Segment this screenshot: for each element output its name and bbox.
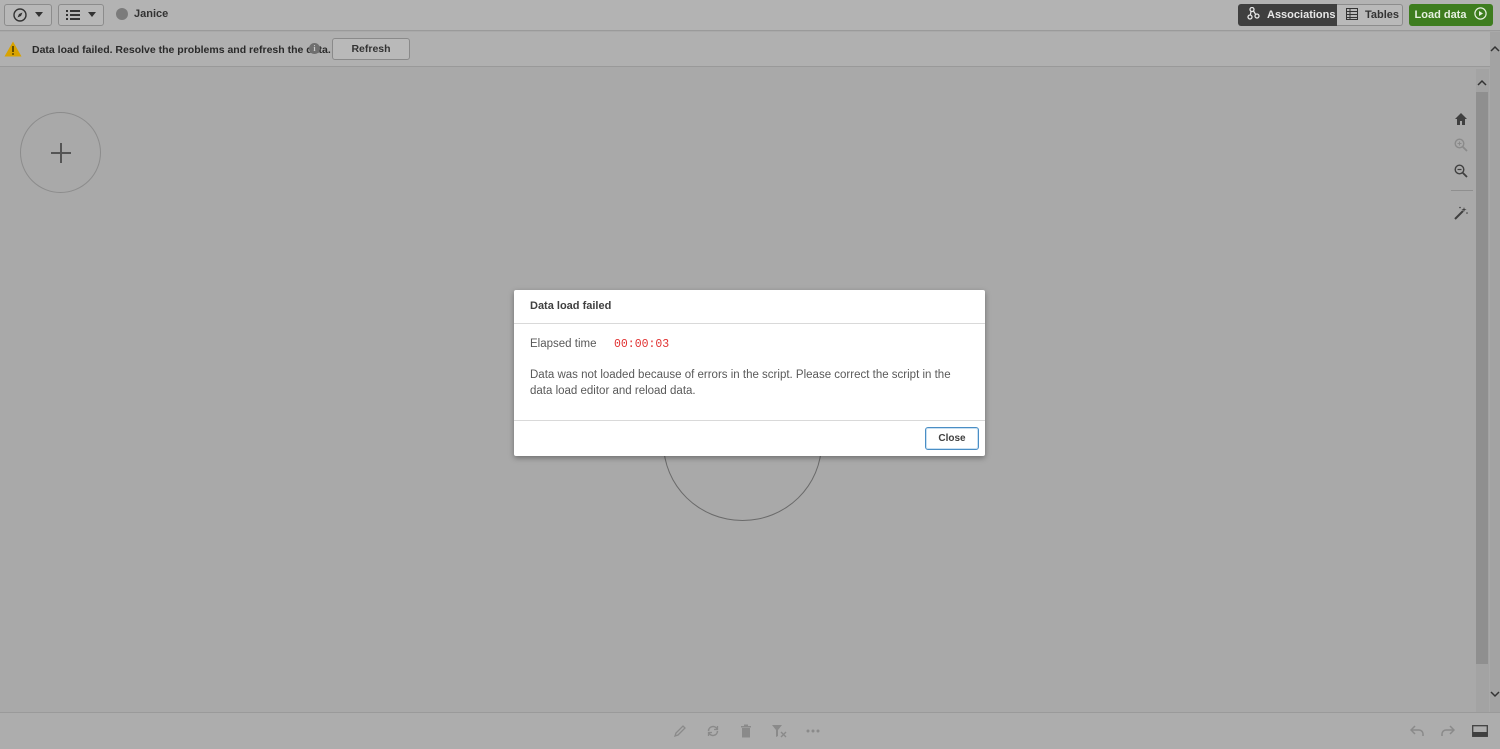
undo-icon[interactable] xyxy=(1409,723,1425,739)
zoom-in-icon[interactable] xyxy=(1453,137,1469,153)
chevron-down-icon[interactable] xyxy=(1490,690,1500,701)
navigation-button[interactable] xyxy=(4,4,52,26)
app-title: Janice xyxy=(116,8,168,20)
zoom-out-icon[interactable] xyxy=(1453,163,1469,179)
associations-icon xyxy=(1247,6,1260,23)
bottom-toolbar xyxy=(0,712,1500,749)
load-data-button[interactable]: Load data xyxy=(1409,4,1493,26)
chevron-up-icon[interactable] xyxy=(1477,78,1487,89)
list-menu-button[interactable] xyxy=(58,4,104,26)
table-icon xyxy=(1346,7,1358,23)
dialog-footer: Close xyxy=(514,421,985,455)
view-switcher: Associations Tables xyxy=(1238,4,1403,26)
sync-icon[interactable] xyxy=(705,723,721,739)
info-icon[interactable]: i xyxy=(309,43,320,54)
data-load-failed-dialog: Data load failed Elapsed time 00:00:03 D… xyxy=(514,290,985,456)
warning-bar: Data load failed. Resolve the problems a… xyxy=(0,32,1490,67)
top-toolbar: Janice Associations Tables Load data xyxy=(0,0,1500,31)
list-menu-icon xyxy=(66,10,80,20)
play-circle-icon xyxy=(1474,7,1488,23)
add-table-button[interactable] xyxy=(20,112,101,193)
chevron-up-icon[interactable] xyxy=(1490,44,1500,55)
dialog-title: Data load failed xyxy=(514,290,985,324)
more-icon[interactable] xyxy=(805,723,821,739)
tables-tab[interactable]: Tables xyxy=(1337,4,1403,26)
warning-message: Data load failed. Resolve the problems a… xyxy=(32,44,331,56)
plus-icon xyxy=(50,142,71,163)
load-data-label: Load data xyxy=(1414,9,1467,21)
delete-icon[interactable] xyxy=(738,723,754,739)
refresh-button[interactable]: Refresh xyxy=(332,38,410,60)
panel-icon[interactable] xyxy=(1472,723,1488,739)
edit-icon[interactable] xyxy=(672,723,688,739)
elapsed-time-value: 00:00:03 xyxy=(614,337,670,351)
home-icon[interactable] xyxy=(1453,111,1469,127)
elapsed-time-label: Elapsed time xyxy=(530,338,597,350)
chevron-down-icon xyxy=(35,12,43,18)
warning-icon xyxy=(4,41,22,62)
dialog-message: Data was not loaded because of errors in… xyxy=(530,369,951,397)
compass-icon xyxy=(13,8,27,22)
chevron-down-icon xyxy=(88,12,96,18)
redo-icon[interactable] xyxy=(1440,723,1456,739)
globe-icon xyxy=(116,8,128,20)
elapsed-time-row: Elapsed time 00:00:03 xyxy=(530,337,969,351)
associations-label: Associations xyxy=(1267,9,1336,21)
magic-wand-icon[interactable] xyxy=(1453,205,1469,221)
rail-divider xyxy=(1451,190,1473,191)
app-name-label: Janice xyxy=(134,8,169,20)
outer-scrollbar[interactable] xyxy=(1490,32,1500,712)
associations-tab[interactable]: Associations xyxy=(1238,4,1337,26)
scrollbar-thumb[interactable] xyxy=(1476,92,1488,664)
close-button[interactable]: Close xyxy=(925,427,979,450)
dialog-body: Elapsed time 00:00:03 Data was not loade… xyxy=(514,324,985,421)
tables-label: Tables xyxy=(1365,9,1400,21)
filter-icon[interactable] xyxy=(771,723,787,739)
